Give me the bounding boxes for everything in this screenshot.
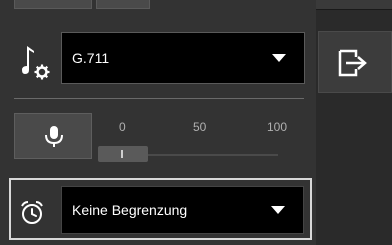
volume-slider-thumb[interactable] [98,146,148,162]
top-rule [316,0,392,10]
codec-value: G.711 [72,50,110,66]
divider [14,98,304,99]
volume-tick-min: 0 [119,120,126,134]
exit-arrow-icon [338,49,367,77]
time-limit-value: Keine Begrenzung [72,202,188,218]
top-button-partial[interactable] [14,0,92,9]
codec-dropdown[interactable]: G.711 [61,32,305,84]
volume-tick-mid: 50 [193,120,207,134]
microphone-button[interactable] [14,113,92,159]
time-limit-dropdown[interactable]: Keine Begrenzung [61,186,304,234]
chevron-down-icon [272,54,286,62]
top-button-partial-2[interactable] [96,0,150,9]
alarm-clock-icon [21,201,43,224]
slider-grip [121,150,123,158]
exit-button[interactable] [318,31,392,93]
microphone-icon [45,126,63,147]
music-note-gear-icon [22,46,50,80]
chevron-down-icon [271,206,285,214]
volume-tick-max: 100 [267,120,288,134]
